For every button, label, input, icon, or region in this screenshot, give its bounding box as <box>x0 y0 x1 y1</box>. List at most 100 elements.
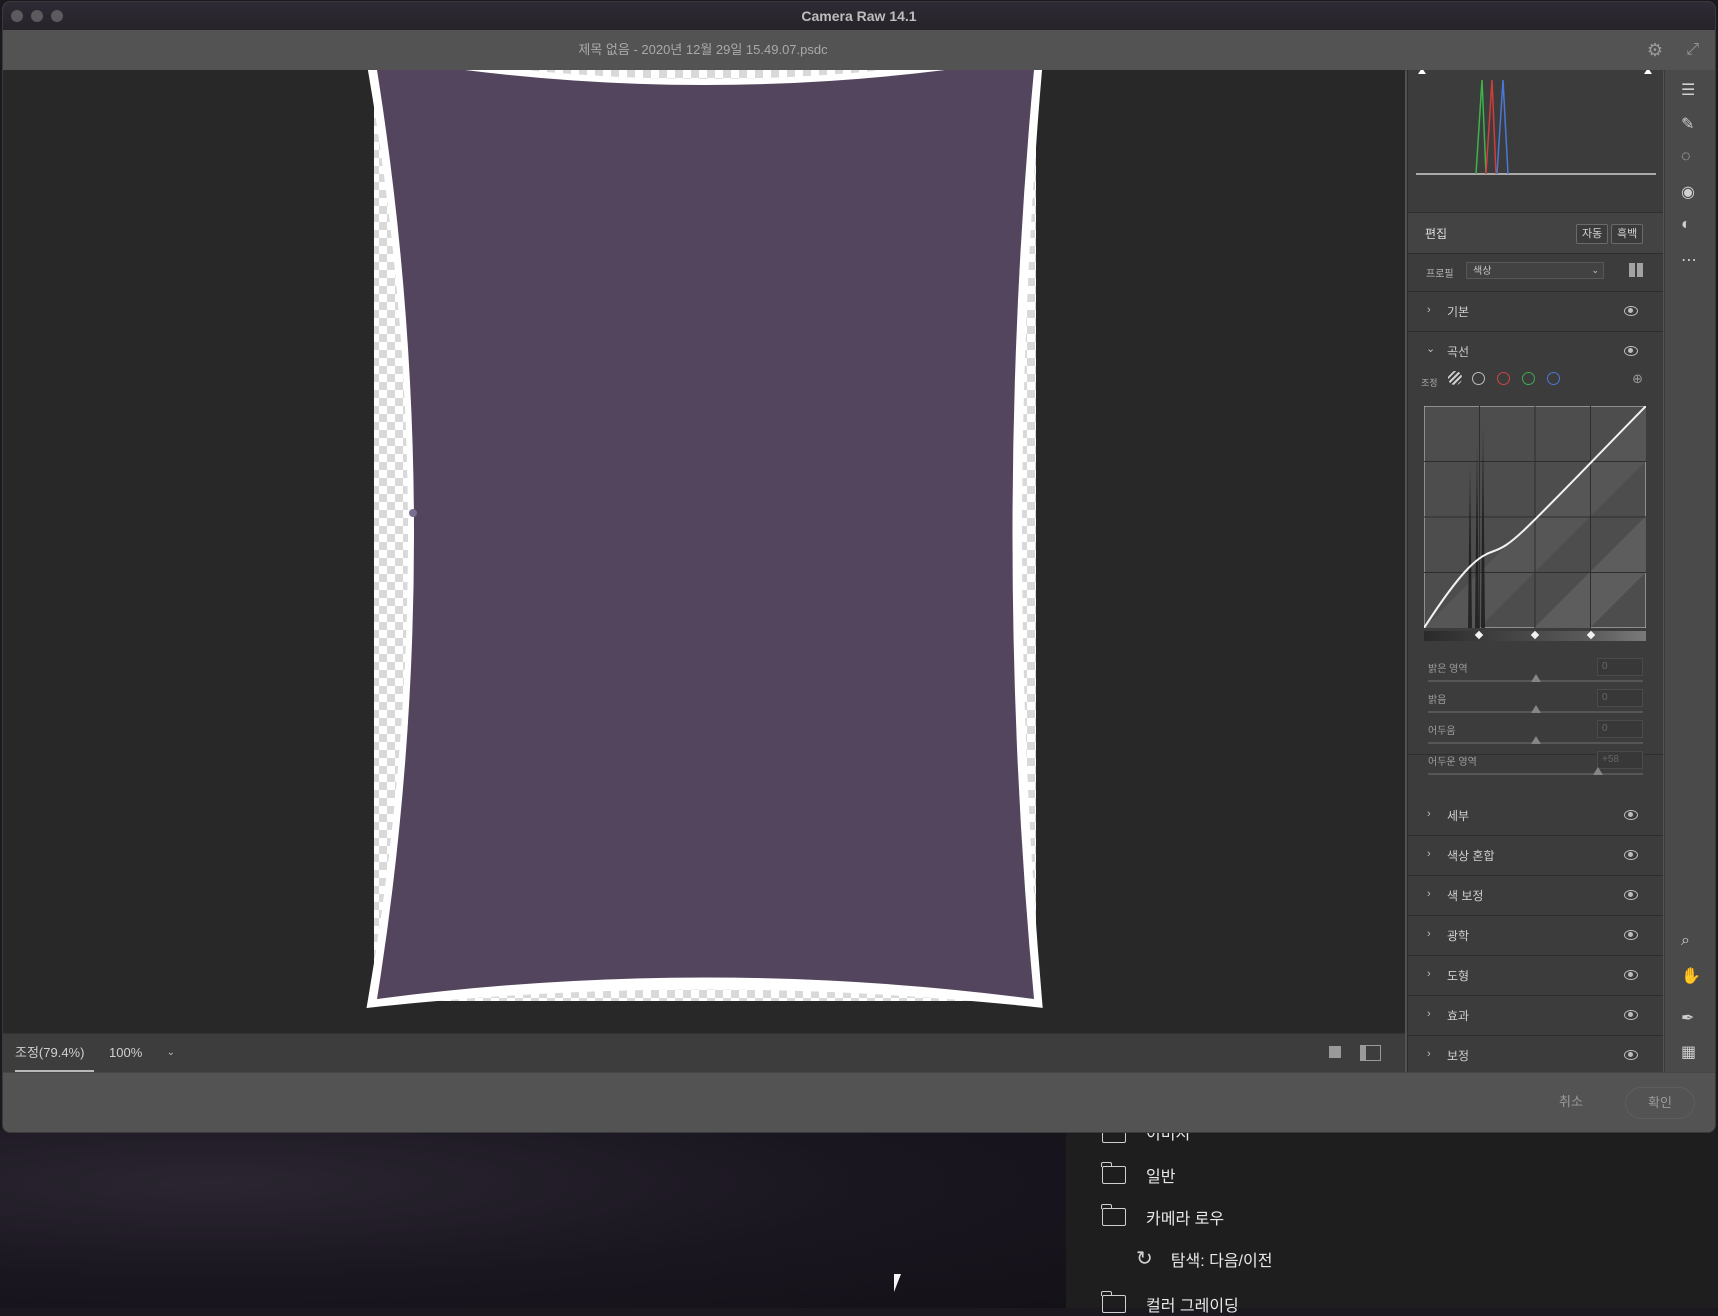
eye-icon[interactable] <box>1624 970 1638 980</box>
section-color-mixer[interactable]: › 색상 혼합 <box>1408 836 1663 876</box>
zoom-level-select[interactable]: 100% ⌄ <box>107 1040 175 1066</box>
image-canvas-area[interactable] <box>3 70 1405 1033</box>
document-file-name: 제목 없음 - 2020년 12월 29일 15.49.07.psdc <box>578 42 828 57</box>
chevron-right-icon: › <box>1427 808 1431 820</box>
region-divider-handle[interactable] <box>1586 630 1596 640</box>
section-calibration[interactable]: › 보정 <box>1408 1036 1663 1075</box>
minimize-window-button[interactable] <box>31 10 43 22</box>
chevron-right-icon: › <box>1427 304 1431 316</box>
slider-value-field[interactable]: +58 <box>1597 751 1643 769</box>
curve-adjust-label: 조정 <box>1421 378 1438 388</box>
curve-slider-highlights[interactable]: 밝은 영역 0 <box>1428 658 1643 690</box>
mouse-cursor-icon <box>894 1274 908 1292</box>
section-label: 세부 <box>1447 809 1470 823</box>
section-optics[interactable]: › 광학 <box>1408 916 1663 956</box>
folder-icon <box>1101 1204 1126 1226</box>
curve-slider-shadows[interactable]: 어두운 영역 +58 <box>1428 751 1643 783</box>
region-divider-handle[interactable] <box>1530 630 1540 640</box>
point-curve-blue-icon[interactable] <box>1547 372 1560 385</box>
zoom-tool-icon[interactable]: ⌕ <box>1681 932 1701 952</box>
ok-button[interactable]: 확인 <box>1625 1087 1695 1119</box>
targeted-adjustment-icon[interactable]: ⊕ <box>1632 371 1643 387</box>
histogram-green-channel <box>1475 79 1487 175</box>
parametric-curve-icon[interactable] <box>1448 371 1462 385</box>
menu-item-color-grading[interactable]: 컬러 그레이딩 <box>1101 1291 1239 1316</box>
slider-label: 어두움 <box>1428 726 1456 737</box>
section-effects[interactable]: › 효과 <box>1408 996 1663 1036</box>
before-after-view-icon[interactable] <box>1360 1045 1381 1061</box>
slider-label: 밝음 <box>1428 695 1447 706</box>
tool-strip: ☰ ✎ ◌ ◉ ◐ ⋯ ⌕ ✋ ✒ ▦ <box>1664 70 1715 1072</box>
fit-zoom-button[interactable]: 조정(79.4%) <box>15 1034 95 1072</box>
close-window-button[interactable] <box>11 10 23 22</box>
fullscreen-icon[interactable]: ⤢ <box>1686 30 1699 70</box>
slider-value-field[interactable]: 0 <box>1597 720 1643 738</box>
control-point[interactable] <box>409 509 417 517</box>
slider-value-field[interactable]: 0 <box>1597 658 1643 676</box>
edit-sliders-icon[interactable]: ☰ <box>1681 80 1701 100</box>
point-curve-white-icon[interactable] <box>1472 372 1485 385</box>
eye-icon[interactable] <box>1624 890 1638 900</box>
cancel-button[interactable]: 취소 <box>1541 1087 1601 1117</box>
chevron-down-icon[interactable]: ⌄ <box>1426 342 1435 355</box>
menu-item-label: 탐색: 다음/이전 <box>1170 1252 1273 1270</box>
slider-thumb[interactable] <box>1531 674 1541 682</box>
profile-browser-icon[interactable] <box>1629 263 1643 277</box>
sampler-tool-icon[interactable]: ✒ <box>1681 1008 1701 1028</box>
slider-value-field[interactable]: 0 <box>1597 689 1643 707</box>
masking-icon[interactable]: ◌ <box>1681 148 1701 168</box>
shadow-clipping-icon[interactable] <box>1418 70 1426 74</box>
point-curve-red-icon[interactable] <box>1497 372 1510 385</box>
black-white-button[interactable]: 흑백 <box>1611 224 1644 244</box>
document-title-bar: 제목 없음 - 2020년 12월 29일 15.49.07.psdc ⚙ ⤢ <box>3 30 1715 71</box>
section-geometry[interactable]: › 도형 <box>1408 956 1663 996</box>
grid-overlay-icon[interactable]: ▦ <box>1681 1042 1701 1062</box>
eye-icon[interactable] <box>1624 850 1638 860</box>
curve-region-bar[interactable] <box>1424 630 1646 641</box>
section-detail[interactable]: › 세부 <box>1408 796 1663 836</box>
chevron-right-icon: › <box>1427 848 1431 860</box>
section-color-grading[interactable]: › 색 보정 <box>1408 876 1663 916</box>
chevron-down-icon: ⌄ <box>166 1047 175 1058</box>
eye-icon[interactable] <box>1624 346 1638 356</box>
menu-item-general[interactable]: 일반 <box>1101 1162 1175 1187</box>
red-eye-icon[interactable]: ◉ <box>1681 182 1701 202</box>
zoom-window-button[interactable] <box>51 10 63 22</box>
auto-button[interactable]: 자동 <box>1576 224 1609 244</box>
curve-slider-lights[interactable]: 밝음 0 <box>1428 689 1643 721</box>
single-view-icon[interactable] <box>1329 1046 1341 1058</box>
section-curve: ⌄ 곡선 조정 ⊕ 밝은 영역 0 밝음 0 어두움 0 어두운 영역 +58 <box>1408 332 1663 775</box>
camera-raw-window: Camera Raw 14.1 제목 없음 - 2020년 12월 29일 15… <box>2 1 1716 1133</box>
section-basic[interactable]: › 기본 <box>1408 292 1663 332</box>
tone-curve-graph[interactable] <box>1424 406 1646 628</box>
eye-icon[interactable] <box>1624 810 1638 820</box>
more-options-icon[interactable]: ⋯ <box>1681 250 1701 270</box>
hand-tool-icon[interactable]: ✋ <box>1681 966 1701 986</box>
gear-icon[interactable]: ⚙ <box>1647 30 1663 70</box>
highlight-clipping-icon[interactable] <box>1644 70 1652 74</box>
profile-select[interactable]: 색상 ⌄ <box>1466 262 1604 279</box>
chevron-right-icon: › <box>1427 968 1431 980</box>
slider-thumb[interactable] <box>1593 767 1603 775</box>
point-curve-green-icon[interactable] <box>1522 372 1535 385</box>
eye-icon[interactable] <box>1624 1010 1638 1020</box>
menu-item-label: 컬러 그레이딩 <box>1146 1298 1239 1315</box>
section-label[interactable]: 곡선 <box>1447 343 1469 360</box>
eye-icon[interactable] <box>1624 306 1638 316</box>
chevron-right-icon: › <box>1427 1008 1431 1020</box>
chevron-down-icon: ⌄ <box>1591 265 1599 275</box>
menu-item-camera-raw[interactable]: 카메라 로우 <box>1101 1204 1224 1229</box>
curve-slider-darks[interactable]: 어두움 0 <box>1428 720 1643 752</box>
healing-brush-icon[interactable]: ✎ <box>1681 114 1701 134</box>
slider-thumb[interactable] <box>1531 736 1541 744</box>
menu-item-navigate[interactable]: ↻ 탐색: 다음/이전 <box>1136 1246 1272 1271</box>
eye-icon[interactable] <box>1624 1050 1638 1060</box>
edit-title: 편집 <box>1425 227 1448 241</box>
presets-icon[interactable]: ◐ <box>1681 216 1701 236</box>
slider-track[interactable] <box>1428 773 1643 775</box>
section-label: 색 보정 <box>1447 889 1484 903</box>
eye-icon[interactable] <box>1624 930 1638 940</box>
region-divider-handle[interactable] <box>1474 630 1484 640</box>
slider-thumb[interactable] <box>1531 705 1541 713</box>
section-label: 광학 <box>1447 929 1470 943</box>
